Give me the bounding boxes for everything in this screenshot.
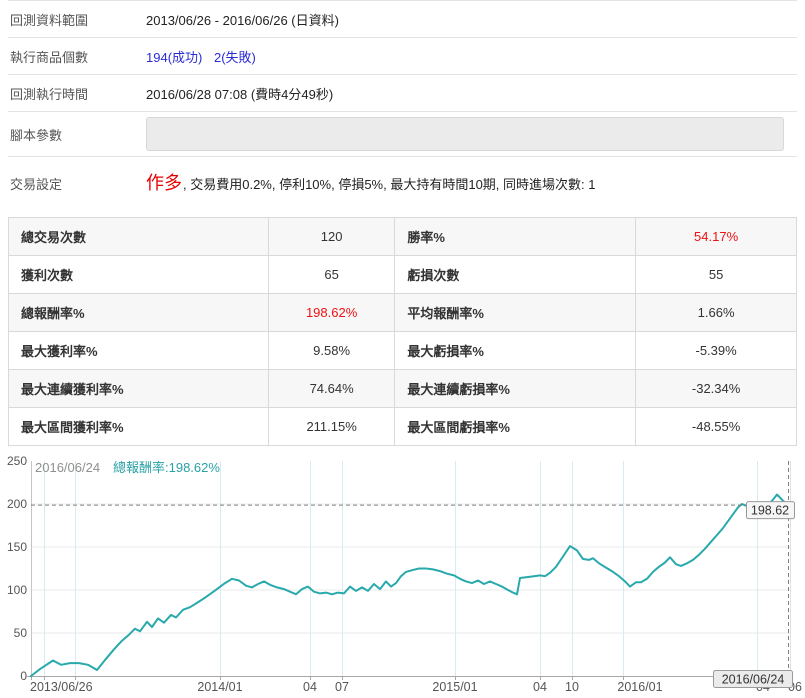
y-axis-tick-label: 50 bbox=[14, 626, 28, 640]
script-params-input[interactable] bbox=[146, 117, 784, 151]
backtest-stats-table: 總交易次數 120 勝率% 54.17% 獲利次數 65 虧損次數 55 總報酬… bbox=[8, 217, 797, 446]
data-range-label: 回測資料範圍 bbox=[10, 12, 89, 28]
product-count-value: 194(成功) 2(失敗) bbox=[146, 47, 256, 66]
x-axis-tick-label: 04 bbox=[533, 680, 547, 694]
x-axis-tick-label: 2016/01 bbox=[617, 680, 662, 694]
info-row-script-params: 腳本參數 bbox=[8, 112, 797, 157]
value-tooltip-text: 198.62 bbox=[751, 504, 789, 518]
date-tooltip-text: 2016/06/24 bbox=[722, 673, 785, 687]
y-axis-tick-label: 0 bbox=[20, 669, 27, 683]
legend-series-label: 總報酬率:198.62% bbox=[113, 460, 220, 475]
exec-time-value: 2016/06/28 07:08 (費時4分49秒) bbox=[146, 86, 334, 102]
info-row-data-range: 回測資料範圍 2013/06/26 - 2016/06/26 (日資料) bbox=[8, 1, 797, 38]
stat-label-win-rate: 勝率% bbox=[394, 217, 637, 256]
trade-settings-detail: , 交易費用0.2%, 停利10%, 停損5%, 最大持有時間10期, 同時進場… bbox=[183, 177, 596, 192]
x-axis-tick-label: 07 bbox=[335, 680, 349, 694]
stat-label-total-trades: 總交易次數 bbox=[8, 217, 269, 256]
stat-value-max-loss: -5.39% bbox=[635, 331, 797, 370]
y-axis-tick-label: 100 bbox=[7, 583, 27, 597]
info-row-exec-time: 回測執行時間 2016/06/28 07:08 (費時4分49秒) bbox=[8, 75, 797, 112]
x-axis-tick-label: 2015/01 bbox=[432, 680, 477, 694]
stat-value-total-return: 198.62% bbox=[267, 293, 396, 332]
table-row: 最大連續獲利率% 74.64% 最大連續虧損率% -32.34% bbox=[8, 369, 797, 408]
stat-label-loss-count: 虧損次數 bbox=[394, 255, 637, 294]
stat-value-max-range-loss: -48.55% bbox=[635, 407, 797, 446]
stat-value-max-consec-profit: 74.64% bbox=[267, 369, 396, 408]
fail-count-link[interactable]: 2(失敗) bbox=[214, 50, 256, 65]
stat-label-win-count: 獲利次數 bbox=[8, 255, 269, 294]
trade-settings-label: 交易設定 bbox=[10, 177, 63, 192]
success-count-link[interactable]: 194(成功) bbox=[146, 50, 202, 65]
stat-label-max-profit: 最大獲利率% bbox=[8, 331, 269, 370]
table-row: 最大區間獲利率% 211.15% 最大區間虧損率% -48.55% bbox=[8, 407, 797, 446]
stat-label-total-return: 總報酬率% bbox=[8, 293, 269, 332]
y-axis-tick-label: 200 bbox=[7, 497, 27, 511]
stat-label-max-consec-loss: 最大連續虧損率% bbox=[394, 369, 637, 408]
x-axis-tick-label: 2014/01 bbox=[197, 680, 242, 694]
return-line bbox=[30, 493, 789, 677]
x-axis-tick-label: 2013/06/26 bbox=[30, 680, 93, 694]
y-axis-tick-label: 150 bbox=[7, 540, 27, 554]
x-axis-tick-label: 10 bbox=[565, 680, 579, 694]
info-row-product-count: 執行商品個數 194(成功) 2(失敗) bbox=[8, 38, 797, 75]
stat-value-loss-count: 55 bbox=[635, 255, 797, 294]
stat-label-max-range-loss: 最大區間虧損率% bbox=[394, 407, 637, 446]
table-row: 獲利次數 65 虧損次數 55 bbox=[8, 255, 797, 294]
table-row: 總報酬率% 198.62% 平均報酬率% 1.66% bbox=[8, 293, 797, 332]
trade-direction-highlight: 作多 bbox=[146, 173, 182, 193]
stat-label-max-consec-profit: 最大連續獲利率% bbox=[8, 369, 269, 408]
stat-value-win-count: 65 bbox=[267, 255, 396, 294]
stat-value-max-range-profit: 211.15% bbox=[267, 407, 396, 446]
script-params-label: 腳本參數 bbox=[10, 127, 63, 143]
stat-value-win-rate: 54.17% bbox=[635, 217, 797, 256]
legend-date: 2016/06/24 bbox=[35, 460, 100, 475]
trade-settings-value: 作多, 交易費用0.2%, 停利10%, 停損5%, 最大持有時間10期, 同時… bbox=[146, 174, 595, 193]
stat-value-avg-return: 1.66% bbox=[635, 293, 797, 332]
return-curve-chart[interactable]: 0 50 100 150 200 250 2013/06/26 2014/01 04 07 2015… bbox=[0, 454, 805, 695]
table-row: 最大獲利率% 9.58% 最大虧損率% -5.39% bbox=[8, 331, 797, 370]
stat-label-max-loss: 最大虧損率% bbox=[394, 331, 637, 370]
stat-value-max-consec-loss: -32.34% bbox=[635, 369, 797, 408]
stat-value-max-profit: 9.58% bbox=[267, 331, 396, 370]
stat-value-total-trades: 120 bbox=[267, 217, 396, 256]
stat-label-max-range-profit: 最大區間獲利率% bbox=[8, 407, 269, 446]
x-axis-tick-label: 04 bbox=[303, 680, 317, 694]
backtest-info-section: 回測資料範圍 2013/06/26 - 2016/06/26 (日資料) 執行商… bbox=[8, 0, 797, 210]
exec-time-label: 回測執行時間 bbox=[10, 86, 89, 102]
product-count-label: 執行商品個數 bbox=[10, 49, 89, 65]
y-axis-tick-label: 250 bbox=[7, 454, 27, 468]
chart-panel: 0 50 100 150 200 250 2013/06/26 2014/01 04 07 2015… bbox=[0, 454, 805, 698]
table-row: 總交易次數 120 勝率% 54.17% bbox=[8, 217, 797, 256]
info-row-trade-settings: 交易設定 作多, 交易費用0.2%, 停利10%, 停損5%, 最大持有時間10… bbox=[8, 157, 797, 210]
stat-label-avg-return: 平均報酬率% bbox=[394, 293, 637, 332]
data-range-value: 2013/06/26 - 2016/06/26 (日資料) bbox=[146, 12, 339, 28]
